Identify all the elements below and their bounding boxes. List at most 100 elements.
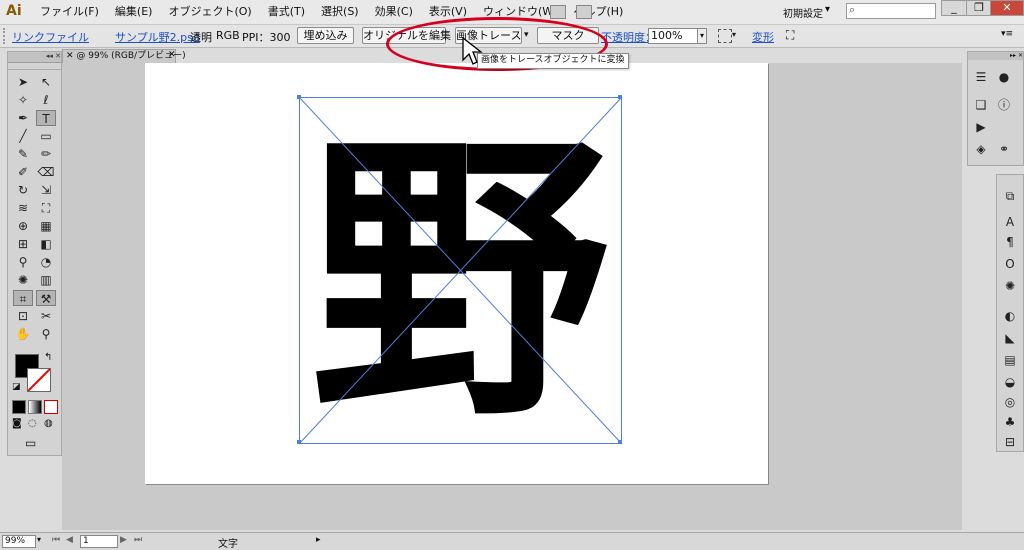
warp-tool-icon[interactable]: ≋ — [13, 200, 33, 216]
dock-header[interactable]: ▸▸ ✕ — [968, 52, 1023, 60]
opacity-input[interactable]: 100% — [648, 28, 698, 44]
menu-edit[interactable]: 編集(E) — [107, 0, 161, 24]
draw-normal-icon[interactable]: ◙ — [12, 418, 22, 429]
menu-file[interactable]: ファイル(F) — [32, 0, 107, 24]
image-trace-panel-icon[interactable]: ⊟ — [1000, 433, 1020, 451]
rotate-tool-icon[interactable]: ↻ — [13, 182, 33, 198]
direct-selection-tool-icon[interactable]: ↖ — [36, 74, 56, 90]
appearance-icon[interactable]: ◒ — [1000, 373, 1020, 391]
chevron-down-icon[interactable]: ▾ — [732, 30, 736, 39]
artboard-tool-icon[interactable]: ⌗ — [13, 290, 33, 306]
tools-panel-grip[interactable] — [8, 62, 61, 70]
scissors-tool-icon[interactable]: ✂ — [36, 308, 56, 324]
document-tab[interactable]: ✕ @ 99% (RGB/プレビュー) — [62, 49, 186, 63]
menu-effect[interactable]: 効果(C) — [367, 0, 421, 24]
blend-tool-icon[interactable]: ◔ — [36, 254, 56, 270]
close-icon[interactable]: ✕ — [66, 51, 74, 61]
close-icon[interactable]: ✕ — [168, 50, 176, 60]
mask-button[interactable]: マスク — [537, 27, 599, 44]
info-icon[interactable]: ● — [994, 68, 1014, 86]
panel-menu-icon[interactable]: ☰ — [971, 68, 991, 86]
next-artboard-icon[interactable]: ▶ — [120, 535, 127, 545]
color-mode-icon[interactable] — [12, 400, 26, 414]
menu-select[interactable]: 選択(S) — [313, 0, 367, 24]
edit-original-button[interactable]: オリジナルを編集 — [362, 27, 451, 44]
shape-builder-tool-icon[interactable]: ⊕ — [13, 218, 33, 234]
stroke-color-swatch[interactable] — [27, 368, 51, 392]
grip-handle[interactable] — [3, 28, 8, 44]
panel-menu-icon[interactable]: ▾≡ — [1001, 29, 1013, 39]
arrange-documents-icon[interactable] — [576, 5, 592, 19]
links-icon[interactable]: ⚭ — [994, 140, 1014, 158]
transform-link[interactable]: 変形 — [752, 29, 774, 45]
rectangle-tool-icon[interactable]: ▭ — [36, 128, 56, 144]
symbol-sprayer-tool-icon[interactable]: ✺ — [13, 272, 33, 288]
search-input[interactable]: ⌕ — [846, 3, 936, 19]
slice-tool-icon[interactable]: ⚒ — [36, 290, 56, 306]
close-button[interactable]: ✕ — [990, 0, 1024, 16]
transform-icon[interactable]: ⧉ — [1000, 187, 1020, 205]
isolate-object-icon[interactable]: ⛶ — [786, 28, 794, 43]
swatches-icon[interactable]: ◣ — [1000, 329, 1020, 347]
none-mode-icon[interactable] — [44, 400, 58, 414]
blob-brush-tool-icon[interactable]: ✐ — [13, 164, 33, 180]
column-graph-tool-icon[interactable]: ▥ — [36, 272, 56, 288]
trace-preset-dropdown-icon[interactable]: ▾ — [524, 30, 529, 40]
menu-view[interactable]: 表示(V) — [421, 0, 475, 24]
align-grid-icon[interactable] — [718, 29, 732, 43]
draw-behind-icon[interactable]: ◌ — [28, 418, 37, 429]
zoom-tool-icon[interactable]: ⚲ — [36, 326, 56, 342]
color-palette-icon[interactable]: ◐ — [1000, 307, 1020, 325]
placed-image[interactable]: 野 — [297, 95, 623, 456]
free-transform-tool-icon[interactable]: ⛶ — [36, 200, 56, 216]
character-icon[interactable]: A — [1000, 213, 1020, 231]
glyphs-icon[interactable]: ✺ — [1000, 277, 1020, 295]
perspective-grid-tool-icon[interactable]: ▦ — [36, 218, 56, 234]
workspace-switcher[interactable]: 初期設定 — [783, 5, 823, 20]
opacity-dropdown-icon[interactable]: ▾ — [697, 28, 707, 44]
paintbrush-tool-icon[interactable]: ✎ — [13, 146, 33, 162]
symbols-icon[interactable]: ♣ — [1000, 413, 1020, 431]
brushes-icon[interactable]: ▤ — [1000, 351, 1020, 369]
layers-stack-icon[interactable]: ◈ — [971, 140, 991, 158]
play-action-icon[interactable]: ▶ — [971, 118, 991, 136]
eyedropper-tool-icon[interactable]: ⚲ — [13, 254, 33, 270]
crop-tool-icon[interactable]: ⊡ — [13, 308, 33, 324]
eraser-tool-icon[interactable]: ⌫ — [36, 164, 56, 180]
line-tool-icon[interactable]: ╱ — [13, 128, 33, 144]
lasso-tool-icon[interactable]: ℓ — [36, 92, 56, 108]
paragraph-icon[interactable]: ¶ — [1000, 233, 1020, 251]
restore-button[interactable]: ❐ — [966, 0, 992, 16]
status-menu-icon[interactable]: ▸ — [316, 535, 321, 545]
selection-tool-icon[interactable]: ➤ — [13, 74, 33, 90]
pen-tool-icon[interactable]: ✒ — [13, 110, 33, 126]
previous-artboard-icon[interactable]: ◀ — [66, 535, 73, 545]
mesh-tool-icon[interactable]: ⊞ — [13, 236, 33, 252]
bridge-icon[interactable] — [550, 5, 566, 19]
document-info-icon[interactable]: ⓘ — [994, 96, 1014, 114]
chevron-down-icon[interactable]: ▾ — [37, 535, 41, 544]
hand-tool-icon[interactable]: ✋ — [13, 326, 33, 342]
type-tool-icon[interactable]: T — [36, 110, 56, 126]
screen-mode-icon[interactable]: ▭ — [25, 436, 36, 450]
layers-icon[interactable]: ❑ — [971, 96, 991, 114]
swap-colors-icon[interactable]: ↰ — [44, 352, 52, 363]
chevron-down-icon[interactable]: ▾ — [825, 4, 830, 15]
file-name-link[interactable]: サンプル野2.psd — [115, 29, 200, 45]
default-colors-icon[interactable]: ◪ — [12, 382, 21, 392]
linked-file-link[interactable]: リンクファイル — [12, 29, 89, 45]
minimize-button[interactable]: _ — [941, 0, 967, 16]
draw-inside-icon[interactable]: ◍ — [44, 418, 53, 429]
scale-tool-icon[interactable]: ⇲ — [36, 182, 56, 198]
pencil-tool-icon[interactable]: ✏ — [36, 146, 56, 162]
magic-wand-tool-icon[interactable]: ✧ — [13, 92, 33, 108]
embed-button[interactable]: 埋め込み — [297, 27, 354, 44]
first-artboard-icon[interactable]: ⏮ — [52, 535, 60, 545]
artboard-number-input[interactable]: 1 — [80, 535, 118, 548]
menu-type[interactable]: 書式(T) — [260, 0, 313, 24]
gradient-mode-icon[interactable] — [28, 400, 42, 414]
last-artboard-icon[interactable]: ⏭ — [134, 535, 142, 545]
menu-object[interactable]: オブジェクト(O) — [160, 0, 259, 24]
graphic-styles-icon[interactable]: ◎ — [1000, 393, 1020, 411]
gradient-tool-icon[interactable]: ◧ — [36, 236, 56, 252]
